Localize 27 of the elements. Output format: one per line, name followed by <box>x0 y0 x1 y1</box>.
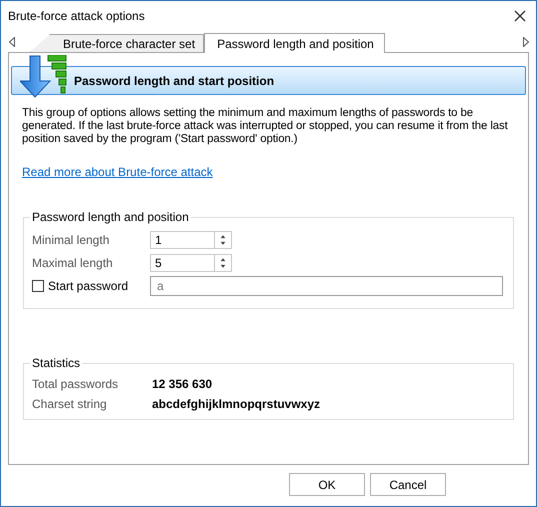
spin-arrows-icon[interactable] <box>214 230 232 248</box>
field-label: Minimal length <box>32 232 110 246</box>
section-title: Password length and start position <box>74 74 274 88</box>
read-more-link[interactable]: Read more about Brute-force attack <box>22 165 213 179</box>
window-title: Brute-force attack options <box>8 8 145 22</box>
description-text: This group of options allows setting the minimum and maximum lengths of passwords to be generated. If the last brute-force attack was interrupted or stopped, you can resume it from the last position saved by the program ('Start password' option.) <box>22 107 509 146</box>
tab[interactable]: Brute-force character set <box>30 34 204 52</box>
start-password-field[interactable]: a <box>150 276 503 296</box>
number-field[interactable]: 1 <box>150 230 214 248</box>
close-icon[interactable] <box>514 10 526 22</box>
spin-arrows-icon[interactable] <box>214 254 232 272</box>
number-field[interactable]: 5 <box>150 254 214 272</box>
stat-label: Charset string <box>32 397 108 411</box>
stat-value: 12 356 630 <box>152 377 212 391</box>
stat-value: abcdefghijklmnopqrstuvwxyz <box>152 397 320 411</box>
field-label: Maximal length <box>32 256 114 270</box>
dialog-button[interactable]: Cancel <box>370 473 446 496</box>
group-title: Password length and position <box>30 210 191 224</box>
tab[interactable]: Password length and position <box>204 33 385 53</box>
dialog-button[interactable]: OK <box>289 473 365 496</box>
arrow-list-icon <box>20 55 68 99</box>
scroll-right-icon[interactable] <box>522 37 530 47</box>
checkbox-label[interactable]: Start password <box>48 278 128 292</box>
checkbox[interactable] <box>32 280 44 292</box>
scroll-left-icon[interactable] <box>8 37 16 47</box>
stat-label: Total passwords <box>32 377 120 391</box>
group-title: Statistics <box>30 356 82 370</box>
